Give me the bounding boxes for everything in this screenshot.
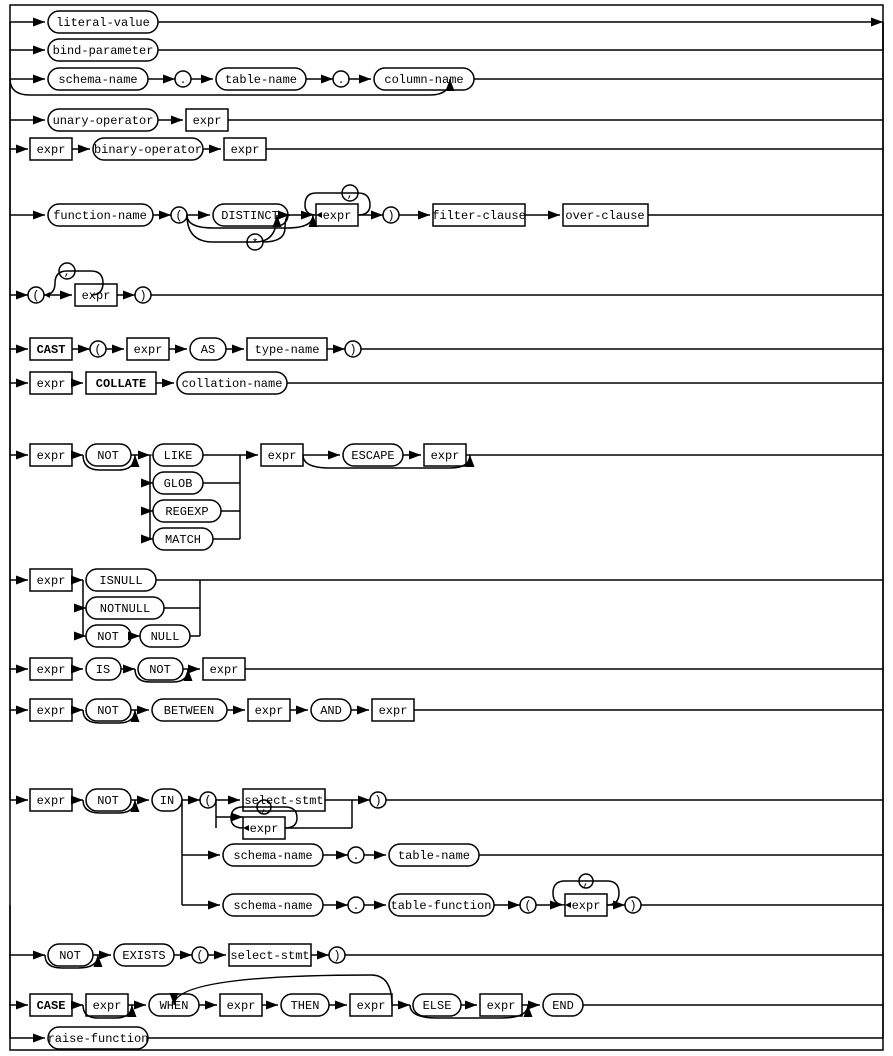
column-name-label: column-name bbox=[384, 73, 463, 87]
unary-operator-label: unary-operator bbox=[53, 114, 154, 128]
expr-is-label: expr bbox=[37, 663, 66, 677]
schema-name-2-label: schema-name bbox=[233, 849, 312, 863]
svg-text:): ) bbox=[629, 899, 636, 913]
expr-paren-label: expr bbox=[82, 289, 111, 303]
table-name-1-label: table-name bbox=[225, 73, 297, 87]
svg-text:,: , bbox=[261, 803, 268, 815]
is-label: IS bbox=[96, 663, 110, 677]
expr-1-label: expr bbox=[193, 114, 222, 128]
svg-text:(: ( bbox=[94, 343, 101, 357]
bind-parameter-label: bind-parameter bbox=[53, 44, 154, 58]
svg-text:,: , bbox=[347, 189, 354, 201]
svg-text:(: ( bbox=[175, 209, 182, 223]
svg-text:,: , bbox=[64, 267, 71, 279]
expr-like-2-label: expr bbox=[268, 449, 297, 463]
expr-collate-label: expr bbox=[37, 377, 66, 391]
expr-in-2-label: expr bbox=[250, 822, 279, 836]
svg-text:*: * bbox=[252, 238, 259, 250]
regexp-label: REGEXP bbox=[165, 505, 208, 519]
end-label: END bbox=[552, 999, 574, 1013]
svg-text:,: , bbox=[583, 877, 590, 889]
null-1-label: NULL bbox=[151, 630, 180, 644]
binary-operator-label: binary-operator bbox=[94, 143, 202, 157]
not-4-label: NOT bbox=[97, 704, 119, 718]
not-5-label: NOT bbox=[97, 794, 119, 808]
function-name-label: function-name bbox=[53, 209, 147, 223]
expr-escape-label: expr bbox=[431, 449, 460, 463]
notnull-label: NOTNULL bbox=[100, 602, 150, 616]
raise-function-label: raise-function bbox=[48, 1032, 149, 1046]
svg-text:): ) bbox=[374, 794, 381, 808]
expr-like-label: expr bbox=[37, 449, 66, 463]
schema-name-3-label: schema-name bbox=[233, 899, 312, 913]
expr-cast-label: expr bbox=[134, 343, 163, 357]
expr-between-2-label: expr bbox=[255, 704, 284, 718]
expr-tf-label: expr bbox=[572, 899, 601, 913]
literal-value-label: literal-value bbox=[56, 16, 150, 30]
not-3-label: NOT bbox=[149, 663, 171, 677]
as-label: AS bbox=[201, 343, 215, 357]
svg-text:(: ( bbox=[196, 949, 203, 963]
glob-label: GLOB bbox=[164, 477, 193, 491]
and-label: AND bbox=[320, 704, 342, 718]
when-label: WHEN bbox=[160, 999, 189, 1013]
case-label: CASE bbox=[37, 999, 66, 1013]
expr-when-label: expr bbox=[227, 999, 256, 1013]
not-2-label: NOT bbox=[97, 630, 119, 644]
expr-2-label: expr bbox=[37, 143, 66, 157]
select-stmt-1-label: select-stmt bbox=[244, 794, 323, 808]
svg-text:.: . bbox=[353, 851, 360, 863]
match-label: MATCH bbox=[165, 533, 201, 547]
table-function-label: table-function bbox=[391, 899, 492, 913]
else-label: ELSE bbox=[423, 999, 452, 1013]
svg-text:(: ( bbox=[524, 899, 531, 913]
table-name-2-label: table-name bbox=[398, 849, 470, 863]
svg-text:): ) bbox=[387, 209, 394, 223]
expr-3-label: expr bbox=[231, 143, 260, 157]
exists-label: EXISTS bbox=[122, 949, 165, 963]
expr-between-3-label: expr bbox=[379, 704, 408, 718]
collation-name-label: collation-name bbox=[182, 377, 283, 391]
expr-is-2-label: expr bbox=[210, 663, 239, 677]
expr-case-label: expr bbox=[93, 999, 122, 1013]
expr-fn-label: expr bbox=[323, 209, 352, 223]
isnull-label: ISNULL bbox=[99, 574, 142, 588]
svg-text:.: . bbox=[338, 75, 345, 87]
escape-label: ESCAPE bbox=[351, 449, 394, 463]
expr-else-label: expr bbox=[487, 999, 516, 1013]
railroad-diagram: literal-value bind-parameter schema-name… bbox=[0, 0, 893, 1056]
svg-text:(: ( bbox=[32, 289, 39, 303]
expr-then-label: expr bbox=[357, 999, 386, 1013]
expr-null-check-label: expr bbox=[37, 574, 66, 588]
like-label: LIKE bbox=[164, 449, 193, 463]
collate-label: COLLATE bbox=[96, 377, 146, 391]
svg-text:.: . bbox=[180, 75, 187, 87]
select-stmt-2-label: select-stmt bbox=[230, 949, 309, 963]
svg-text:.: . bbox=[353, 901, 360, 913]
svg-text:): ) bbox=[333, 949, 340, 963]
type-name-label: type-name bbox=[255, 343, 320, 357]
expr-in-label: expr bbox=[37, 794, 66, 808]
not-6-label: NOT bbox=[59, 949, 81, 963]
then-label: THEN bbox=[291, 999, 320, 1013]
cast-label: CAST bbox=[37, 343, 66, 357]
svg-text:(: ( bbox=[204, 794, 211, 808]
in-label: IN bbox=[160, 794, 174, 808]
svg-text:): ) bbox=[139, 289, 146, 303]
between-label: BETWEEN bbox=[164, 704, 214, 718]
not-1-label: NOT bbox=[97, 449, 119, 463]
distinct-label: DISTINCT bbox=[221, 209, 279, 223]
filter-clause-label: filter-clause bbox=[432, 209, 526, 223]
expr-between-label: expr bbox=[37, 704, 66, 718]
svg-text:): ) bbox=[349, 343, 356, 357]
over-clause-label: over-clause bbox=[565, 209, 644, 223]
schema-name-label: schema-name bbox=[58, 73, 137, 87]
